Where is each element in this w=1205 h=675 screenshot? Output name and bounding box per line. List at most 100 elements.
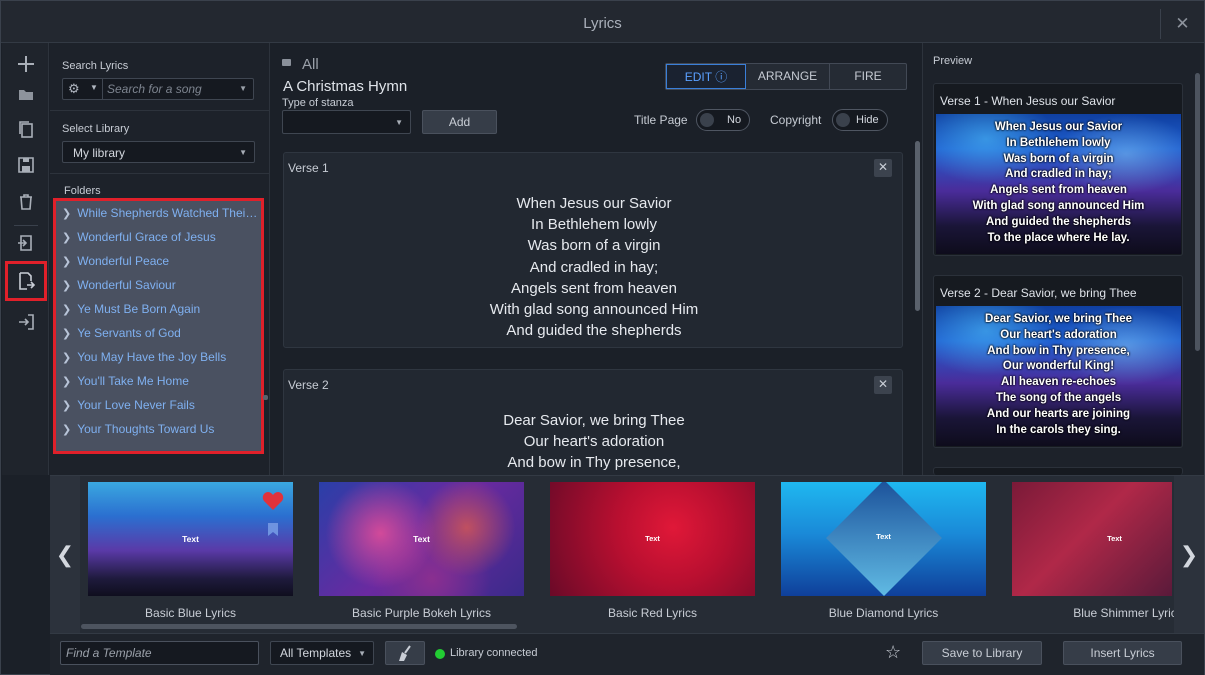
preview-panel: Preview Verse 1 - When Jesus our Savior … — [922, 43, 1204, 475]
export-button[interactable] — [5, 261, 47, 301]
copy-icon — [19, 121, 33, 138]
template-thumbnail: Text — [1012, 482, 1172, 596]
chevron-right-icon: ❯ — [62, 208, 72, 220]
divider — [50, 110, 270, 111]
template-strip: ❮ Text Basic Blue Lyrics Text Basic Purp… — [50, 475, 1204, 634]
template-name: Basic Blue Lyrics — [145, 606, 236, 620]
template-filter-select[interactable]: All Templates ▼ — [270, 641, 374, 665]
chevron-right-icon: ❯ — [62, 400, 72, 412]
library-select[interactable]: My library ▼ — [62, 141, 255, 163]
gear-icon: ⚙ — [68, 81, 80, 96]
folder-item[interactable]: ❯While Shepherds Watched Their Flocks — [62, 206, 258, 226]
close-button[interactable]: ✕ — [1160, 9, 1204, 39]
search-input[interactable] — [107, 80, 237, 98]
folder-icon — [19, 90, 33, 100]
template-name: Blue Diamond Lyrics — [828, 606, 939, 620]
folders-scrollbar[interactable] — [263, 395, 268, 400]
save-to-library-button[interactable]: Save to Library — [922, 641, 1042, 665]
copyright-label: Copyright — [770, 113, 822, 127]
folder-item[interactable]: ❯ Ye Must Be Born Again — [62, 302, 258, 322]
import-button[interactable] — [8, 225, 44, 261]
chevron-right-icon: ❯ — [62, 304, 72, 316]
song-title: A Christmas Hymn — [283, 78, 408, 95]
title-page-label: Title Page — [634, 113, 688, 127]
folder-item[interactable]: ❯ You May Have the Joy Bells — [62, 350, 258, 370]
verse-lyrics[interactable]: When Jesus our Savior In Bethlehem lowly… — [284, 193, 904, 341]
preview-card[interactable]: Verse 2 - Dear Savior, we bring Thee Dea… — [933, 275, 1183, 448]
template-thumbnail: Text — [319, 482, 524, 596]
clear-filter-button[interactable] — [385, 641, 425, 665]
chevron-right-icon: ❯ — [62, 280, 72, 292]
thumbnail-text: Text — [413, 534, 430, 544]
folder-icon — [282, 59, 291, 66]
folder-button[interactable] — [8, 76, 44, 112]
footer-bar: All Templates ▼ Library connected ☆ Save… — [50, 633, 1204, 675]
chevron-right-icon: ❯ — [62, 328, 72, 340]
add-stanza-button[interactable]: Add — [422, 110, 497, 134]
remove-verse-button[interactable]: ✕ — [874, 376, 892, 394]
chevron-right-icon: ❯ — [62, 424, 72, 436]
preview-card[interactable]: Verse 1 - When Jesus our Savior When Jes… — [933, 83, 1183, 256]
remove-verse-button[interactable]: ✕ — [874, 159, 892, 177]
search-options-button[interactable]: ⚙ ▼ — [63, 79, 103, 99]
select-library-label: Select Library — [62, 123, 130, 135]
preview-scrollbar[interactable] — [1195, 73, 1200, 351]
tab-edit[interactable]: EDIT ⓘ — [666, 64, 746, 89]
folder-item[interactable]: ❯ Wonderful Peace — [62, 254, 258, 274]
search-lyrics-box: ⚙ ▼ ▼ — [62, 78, 254, 100]
save-icon — [18, 157, 34, 173]
tool-rail — [2, 43, 49, 475]
folder-item[interactable]: ❯ Wonderful Saviour — [62, 278, 258, 298]
verse-card[interactable]: Verse 2 ✕ Dear Savior, we bring Thee Our… — [283, 369, 903, 479]
bookmark-icon[interactable] — [267, 522, 279, 537]
thumbnail-text: Text — [182, 534, 199, 544]
save-button[interactable] — [8, 147, 44, 183]
template-filter-value: All Templates — [280, 646, 352, 660]
preview-slide: Dear Savior, we bring Thee Our heart's ad… — [936, 306, 1181, 446]
folder-item[interactable]: ❯ You'll Take Me Home — [62, 374, 258, 394]
delete-button[interactable] — [8, 184, 44, 220]
templates-next-button[interactable]: ❯ — [1174, 476, 1204, 634]
verse-lyrics[interactable]: Dear Savior, we bring Thee Our heart's a… — [284, 410, 904, 474]
find-template-input[interactable] — [60, 641, 259, 665]
folder-item[interactable]: ❯ Your Thoughts Toward Us — [62, 422, 258, 442]
insert-lyrics-button[interactable]: Insert Lyrics — [1063, 641, 1182, 665]
tab-arrange[interactable]: ARRANGE — [746, 64, 829, 89]
folders-list: ❯While Shepherds Watched Their Flocks ❯W… — [53, 198, 264, 454]
thumbnail-text: Text — [876, 532, 891, 541]
thumbnail-text: Text — [645, 534, 660, 543]
templates-scrollbar[interactable] — [81, 624, 517, 629]
chevron-right-icon: ❯ — [62, 256, 72, 268]
tab-fire[interactable]: FIRE — [830, 64, 906, 89]
copyright-toggle[interactable]: Hide — [832, 109, 888, 131]
folder-item[interactable]: ❯ Ye Servants of God — [62, 326, 258, 346]
copy-button[interactable] — [8, 111, 44, 147]
folder-item[interactable]: ❯ Your Love Never Fails — [62, 398, 258, 418]
title-page-toggle[interactable]: No — [696, 109, 750, 131]
chevron-down-icon[interactable]: ▼ — [239, 84, 247, 93]
editor-scrollbar[interactable] — [915, 141, 920, 311]
preview-heading: Verse 1 - When Jesus our Savior — [940, 94, 1116, 108]
copyright-value: Hide — [856, 114, 879, 126]
trash-icon — [20, 194, 32, 210]
search-lyrics-label: Search Lyrics — [62, 60, 129, 72]
templates-prev-button[interactable]: ❮ — [50, 476, 80, 634]
star-icon[interactable]: ☆ — [885, 642, 901, 663]
mode-switch: EDIT ⓘ ARRANGE FIRE — [665, 63, 907, 90]
export-icon — [19, 272, 36, 290]
status-text: Library connected — [450, 647, 538, 659]
folder-item[interactable]: ❯ Wonderful Grace of Jesus — [62, 230, 258, 250]
preview-heading: Verse 2 - Dear Savior, we bring Thee — [940, 286, 1137, 300]
library-panel: Search Lyrics ⚙ ▼ ▼ Select Library My li… — [50, 43, 270, 475]
chevron-down-icon: ▼ — [239, 148, 247, 157]
preview-card[interactable] — [933, 467, 1183, 475]
preview-label: Preview — [933, 55, 973, 67]
breadcrumb[interactable]: All — [302, 56, 319, 73]
verse-heading: Verse 1 — [288, 161, 329, 175]
divider — [50, 173, 270, 174]
stanza-type-select[interactable]: ▼ — [282, 110, 411, 134]
verse-card[interactable]: Verse 1 ✕ When Jesus our Savior In Bethl… — [283, 152, 903, 348]
heart-icon[interactable] — [262, 491, 284, 511]
sign-in-button[interactable] — [8, 304, 44, 340]
chevron-down-icon: ▼ — [395, 118, 403, 127]
